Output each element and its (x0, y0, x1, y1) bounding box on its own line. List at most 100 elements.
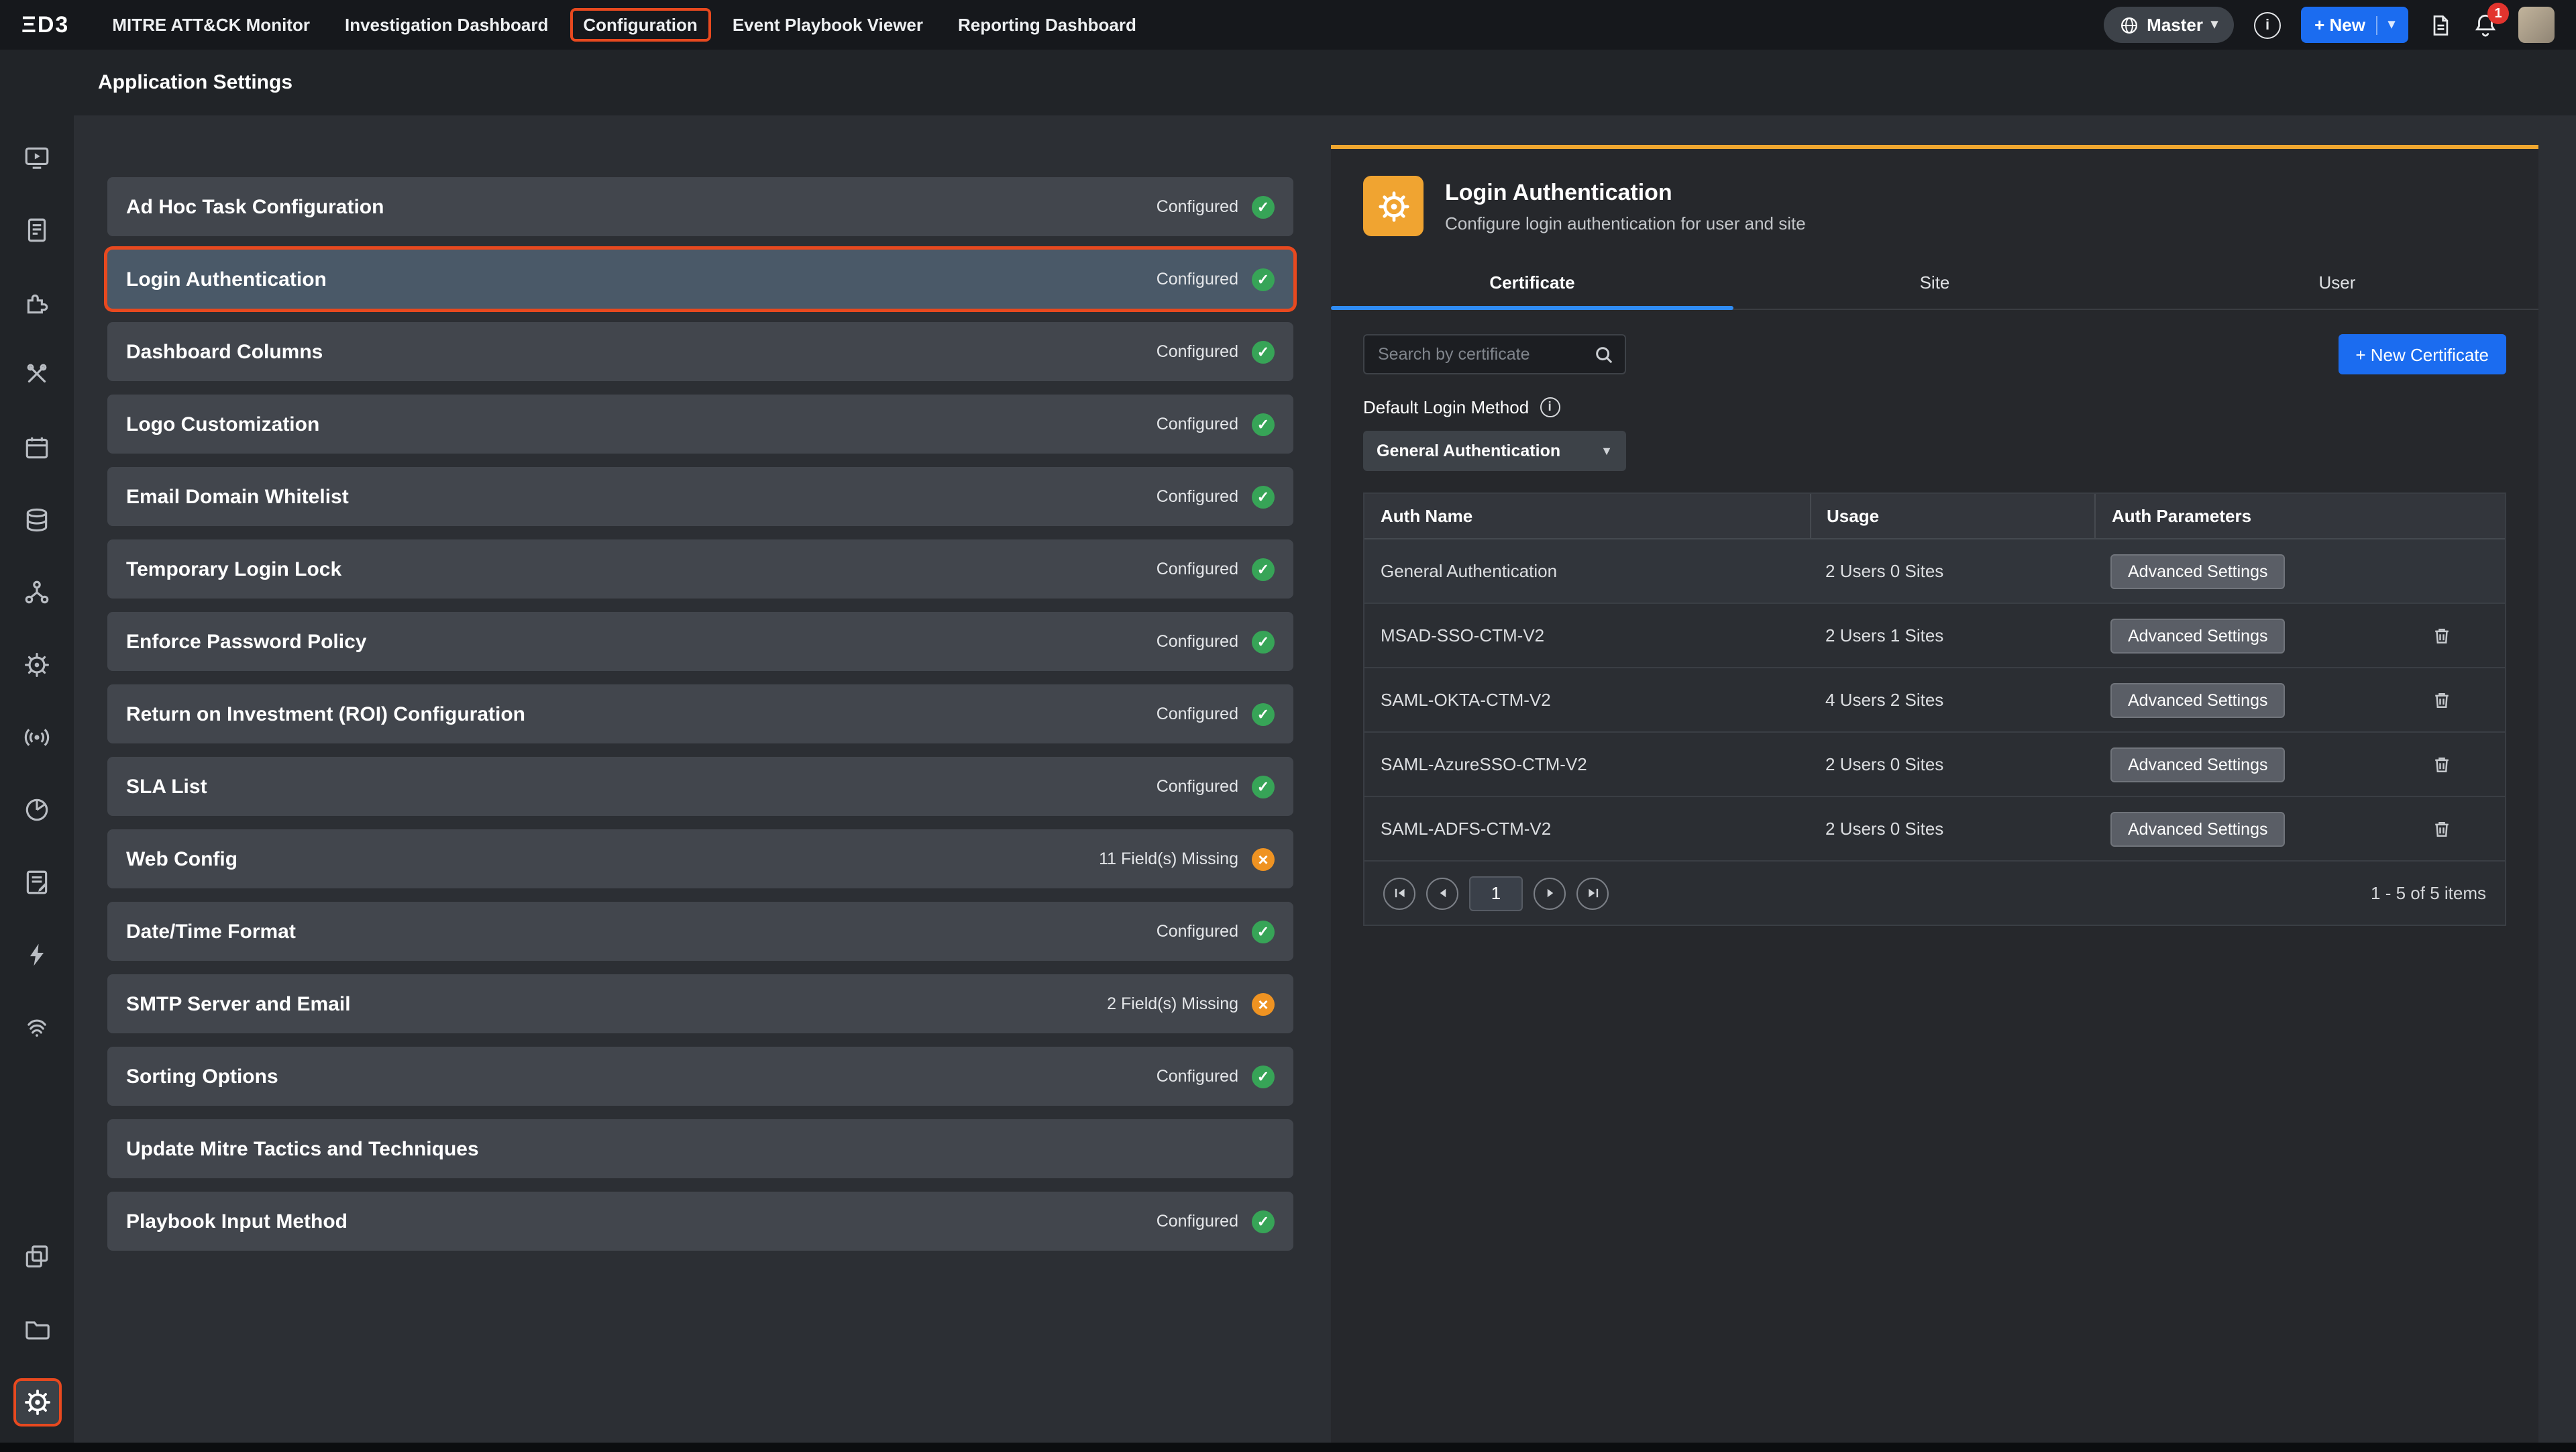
monitor-play-icon[interactable] (14, 134, 60, 180)
settings-card-title: SLA List (126, 775, 207, 798)
search-icon[interactable] (1594, 344, 1614, 364)
icon-sidebar (0, 115, 74, 1443)
tab-site[interactable]: Site (1733, 260, 2136, 309)
trash-icon[interactable] (2432, 818, 2453, 839)
info-icon[interactable]: i (2254, 11, 2281, 38)
new-button[interactable]: + New ▾ (2301, 7, 2408, 43)
settings-card-status: Configured (1157, 487, 1238, 506)
settings-card-smtp-server-email[interactable]: SMTP Server and Email 2 Field(s) Missing… (107, 974, 1293, 1033)
tools-icon[interactable] (14, 352, 60, 397)
new-certificate-button[interactable]: + New Certificate (2338, 334, 2506, 374)
puzzle-icon[interactable] (14, 279, 60, 325)
advanced-settings-button[interactable]: Advanced Settings (2110, 554, 2286, 588)
document-icon[interactable] (2428, 13, 2453, 37)
copy-windows-icon[interactable] (14, 1233, 60, 1279)
panel-subtitle: Configure login authentication for user … (1445, 213, 1806, 233)
nav-configuration[interactable]: Configuration (570, 8, 710, 42)
configured-check-icon: ✓ (1252, 340, 1275, 363)
settings-card-title: SMTP Server and Email (126, 992, 351, 1015)
configured-check-icon: ✓ (1252, 1065, 1275, 1088)
tab-certificate[interactable]: Certificate (1331, 260, 1733, 309)
usage-cell: 2 Users 1 Sites (1809, 625, 2094, 645)
fingerprint-icon[interactable] (14, 1004, 60, 1049)
auth-table-row[interactable]: General Authentication 2 Users 0 Sites A… (1364, 539, 2505, 604)
advanced-settings-button[interactable]: Advanced Settings (2110, 747, 2286, 782)
nav-reporting-dashboard[interactable]: Reporting Dashboard (945, 8, 1150, 42)
info-glyph: i (2265, 17, 2269, 33)
nav-mitre-attack-monitor[interactable]: MITRE ATT&CK Monitor (99, 8, 323, 42)
trash-icon[interactable] (2432, 754, 2453, 775)
auth-table-row[interactable]: SAML-AzureSSO-CTM-V2 2 Users 0 Sites Adv… (1364, 733, 2505, 797)
settings-card-title: Ad Hoc Task Configuration (126, 195, 384, 218)
form-edit-icon[interactable] (14, 859, 60, 904)
new-button-label: + New (2314, 15, 2365, 35)
settings-card-date-time-format[interactable]: Date/Time Format Configured ✓ (107, 902, 1293, 961)
settings-card-temporary-login-lock[interactable]: Temporary Login Lock Configured ✓ (107, 539, 1293, 599)
trash-icon[interactable] (2432, 625, 2453, 646)
folder-icon[interactable] (14, 1306, 60, 1351)
settings-card-email-domain-whitelist[interactable]: Email Domain Whitelist Configured ✓ (107, 467, 1293, 526)
settings-card-login-authentication[interactable]: Login Authentication Configured ✓ (107, 250, 1293, 309)
previous-page-button[interactable] (1426, 877, 1458, 909)
settings-card-enforce-password-policy[interactable]: Enforce Password Policy Configured ✓ (107, 612, 1293, 671)
settings-card-update-mitre-tactics[interactable]: Update Mitre Tactics and Techniques (107, 1119, 1293, 1178)
pie-chart-icon[interactable] (14, 786, 60, 832)
auth-table-row[interactable]: SAML-ADFS-CTM-V2 2 Users 0 Sites Advance… (1364, 797, 2505, 862)
first-page-button[interactable] (1383, 877, 1415, 909)
last-page-button[interactable] (1576, 877, 1609, 909)
configured-check-icon: ✓ (1252, 195, 1275, 218)
auth-table-row[interactable]: MSAD-SSO-CTM-V2 2 Users 1 Sites Advanced… (1364, 604, 2505, 668)
auth-name-cell: General Authentication (1364, 561, 1809, 581)
default-login-method-select[interactable]: General Authentication ▼ (1363, 431, 1626, 471)
report-icon[interactable] (14, 207, 60, 252)
settings-card-ad-hoc-task[interactable]: Ad Hoc Task Configuration Configured ✓ (107, 177, 1293, 236)
settings-card-sorting-options[interactable]: Sorting Options Configured ✓ (107, 1047, 1293, 1106)
usage-cell: 2 Users 0 Sites (1809, 561, 2094, 581)
settings-card-status: Configured (1157, 342, 1238, 361)
advanced-settings-button[interactable]: Advanced Settings (2110, 811, 2286, 846)
settings-card-status: Configured (1157, 1212, 1238, 1231)
settings-card-title: Return on Investment (ROI) Configuration (126, 703, 525, 725)
settings-card-sla-list[interactable]: SLA List Configured ✓ (107, 757, 1293, 816)
settings-card-logo-customization[interactable]: Logo Customization Configured ✓ (107, 395, 1293, 454)
info-icon[interactable]: i (1540, 397, 1560, 417)
settings-card-roi-configuration[interactable]: Return on Investment (ROI) Configuration… (107, 684, 1293, 743)
panel-title: Login Authentication (1445, 179, 1806, 206)
trash-icon[interactable] (2432, 689, 2453, 711)
auth-name-cell: SAML-AzureSSO-CTM-V2 (1364, 754, 1809, 774)
usage-cell: 2 Users 0 Sites (1809, 819, 2094, 839)
user-avatar[interactable] (2518, 7, 2555, 43)
automation-gear-icon[interactable] (14, 641, 60, 687)
tab-user[interactable]: User (2136, 260, 2538, 309)
settings-card-dashboard-columns[interactable]: Dashboard Columns Configured ✓ (107, 322, 1293, 381)
certificate-search[interactable] (1363, 334, 1626, 374)
button-divider (2376, 15, 2377, 34)
default-login-method-row: Default Login Method i (1363, 397, 2506, 417)
nav-investigation-dashboard[interactable]: Investigation Dashboard (331, 8, 561, 42)
current-page-indicator[interactable]: 1 (1469, 876, 1523, 911)
search-input[interactable] (1375, 344, 1594, 365)
next-page-button[interactable] (1534, 877, 1566, 909)
calendar-icon[interactable] (14, 424, 60, 470)
advanced-settings-button[interactable]: Advanced Settings (2110, 682, 2286, 717)
configured-check-icon: ✓ (1252, 485, 1275, 508)
nav-event-playbook-viewer[interactable]: Event Playbook Viewer (719, 8, 936, 42)
advanced-settings-button[interactable]: Advanced Settings (2110, 618, 2286, 653)
notifications-bell[interactable]: 1 (2473, 12, 2498, 38)
settings-card-playbook-input-method[interactable]: Playbook Input Method Configured ✓ (107, 1192, 1293, 1251)
info-glyph: i (1548, 400, 1552, 415)
settings-card-title: Logo Customization (126, 413, 319, 435)
settings-card-status: Configured (1157, 560, 1238, 578)
usage-cell: 2 Users 0 Sites (1809, 754, 2094, 774)
lightning-icon[interactable] (14, 931, 60, 977)
database-icon[interactable] (14, 497, 60, 542)
settings-card-title: Update Mitre Tactics and Techniques (126, 1137, 479, 1160)
configured-check-icon: ✓ (1252, 1210, 1275, 1233)
broadcast-icon[interactable] (14, 714, 60, 760)
certificate-toolbar: + New Certificate (1363, 334, 2506, 374)
topology-icon[interactable] (14, 569, 60, 615)
environment-selector[interactable]: Master ▾ (2104, 7, 2234, 43)
settings-card-web-config[interactable]: Web Config 11 Field(s) Missing × (107, 829, 1293, 888)
settings-gear-icon[interactable] (13, 1378, 61, 1427)
auth-table-row[interactable]: SAML-OKTA-CTM-V2 4 Users 2 Sites Advance… (1364, 668, 2505, 733)
